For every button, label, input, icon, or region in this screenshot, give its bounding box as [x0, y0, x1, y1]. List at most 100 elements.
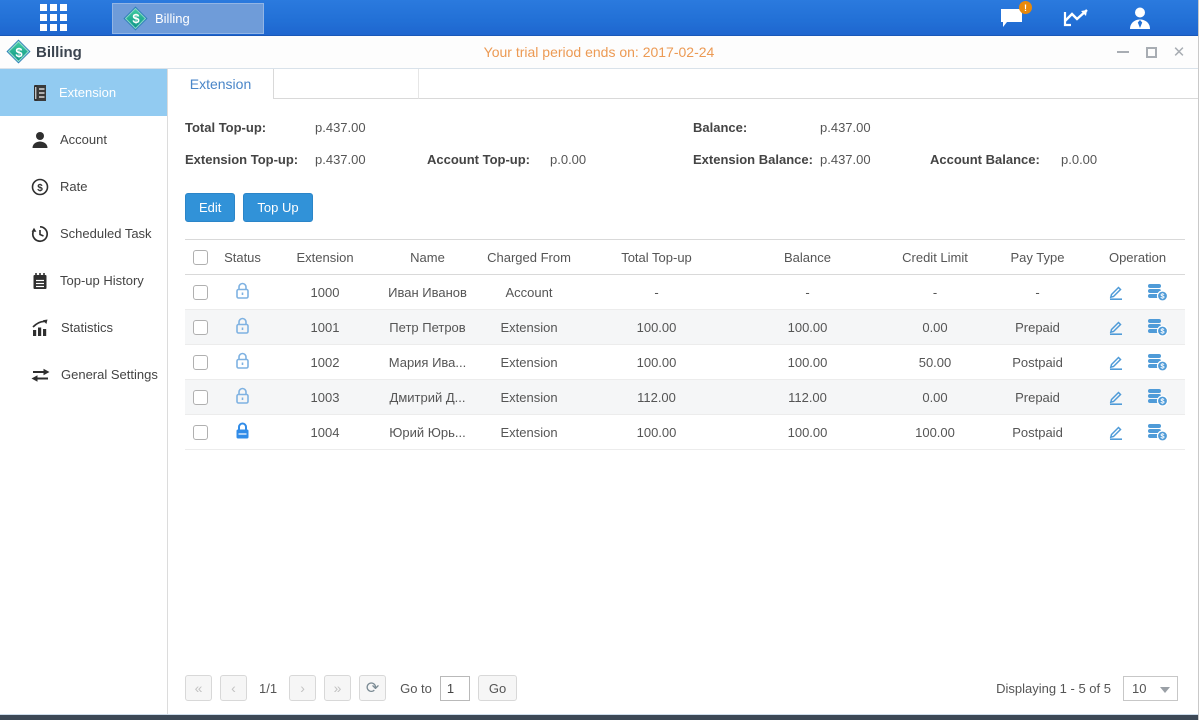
- extension-topup-value: p.437.00: [315, 152, 427, 167]
- balance-summary: Total Top-up: p.437.00 Balance: p.437.00…: [185, 120, 1184, 167]
- extension-table-body: 1000 Иван Иванов Account - - - - $: [185, 275, 1185, 450]
- edit-pencil-icon[interactable]: [1107, 283, 1125, 301]
- person-icon: [31, 131, 49, 149]
- edit-pencil-icon[interactable]: [1107, 318, 1125, 336]
- account-topup-value: p.0.00: [550, 152, 693, 167]
- topbar: $ Billing !: [0, 0, 1198, 36]
- col-pay-type: Pay Type: [985, 240, 1090, 275]
- balance-label: Balance:: [693, 120, 820, 135]
- col-charged-from: Charged From: [475, 240, 583, 275]
- page-size-select[interactable]: 10: [1123, 676, 1178, 701]
- sidebar: Extension Account $ Rate: [0, 69, 168, 714]
- trial-notice-text: Your trial period ends on: 2017-02-24: [0, 44, 1198, 60]
- window-titlebar: $ Billing Your trial period ends on: 201…: [0, 36, 1198, 69]
- next-page-button[interactable]: ›: [289, 675, 316, 701]
- tab-strip: Extension: [168, 69, 1198, 99]
- sidebar-item-general-settings[interactable]: General Settings: [0, 351, 167, 398]
- dollar-circle-icon: $: [31, 178, 49, 196]
- bar-chart-icon: [31, 319, 50, 337]
- pagination-bar: « ‹ 1/1 › » ⟳ Go to Go Displaying 1 - 5 …: [168, 670, 1198, 714]
- account-balance-label: Account Balance:: [930, 152, 1061, 167]
- col-credit-limit: Credit Limit: [885, 240, 985, 275]
- clock-icon: [31, 225, 49, 243]
- account-topup-label: Account Top-up:: [427, 152, 550, 167]
- billing-diamond-icon: $: [8, 41, 30, 63]
- minimize-button[interactable]: [1116, 45, 1130, 59]
- reports-chart-icon[interactable]: [1062, 5, 1090, 31]
- sidebar-item-label: Rate: [60, 179, 87, 194]
- row-checkbox[interactable]: [193, 285, 208, 300]
- table-header-row: Status Extension Name Charged From Total…: [185, 240, 1185, 275]
- table-row: 1000 Иван Иванов Account - - - - $: [185, 275, 1185, 310]
- topup-coins-icon[interactable]: $: [1147, 283, 1168, 302]
- goto-label: Go to: [400, 681, 432, 696]
- row-checkbox[interactable]: [193, 425, 208, 440]
- col-status: Status: [215, 240, 270, 275]
- sidebar-item-label: Statistics: [61, 320, 113, 335]
- window-bottom-edge: [0, 714, 1198, 720]
- col-total-topup: Total Top-up: [583, 240, 730, 275]
- select-all-checkbox[interactable]: [193, 250, 208, 265]
- col-name: Name: [380, 240, 475, 275]
- extension-balance-label: Extension Balance:: [693, 152, 820, 167]
- status-unlocked-icon[interactable]: [234, 351, 251, 370]
- status-unlocked-icon[interactable]: [234, 316, 251, 335]
- sidebar-item-label: Account: [60, 132, 107, 147]
- last-page-button[interactable]: »: [324, 675, 351, 701]
- refresh-icon[interactable]: ⟳: [359, 675, 386, 701]
- status-locked-icon[interactable]: [234, 421, 251, 440]
- billing-diamond-icon: $: [125, 8, 147, 30]
- table-row: 1003 Дмитрий Д... Extension 112.00 112.0…: [185, 380, 1185, 415]
- row-checkbox[interactable]: [193, 355, 208, 370]
- prev-page-button[interactable]: ‹: [220, 675, 247, 701]
- table-row: 1001 Петр Петров Extension 100.00 100.00…: [185, 310, 1185, 345]
- sidebar-item-scheduled-task[interactable]: Scheduled Task: [0, 210, 167, 257]
- edit-pencil-icon[interactable]: [1107, 388, 1125, 406]
- chevron-down-icon: [1160, 687, 1170, 693]
- first-page-button[interactable]: «: [185, 675, 212, 701]
- sidebar-item-account[interactable]: Account: [0, 116, 167, 163]
- goto-page-input[interactable]: [440, 676, 470, 701]
- sidebar-item-topup-history[interactable]: Top-up History: [0, 257, 167, 304]
- extension-table: Status Extension Name Charged From Total…: [185, 239, 1185, 450]
- row-checkbox[interactable]: [193, 320, 208, 335]
- messages-icon[interactable]: !: [998, 5, 1026, 31]
- main-panel: Extension Total Top-up: p.437.00 Balance…: [168, 69, 1198, 714]
- edit-pencil-icon[interactable]: [1107, 423, 1125, 441]
- sidebar-item-statistics[interactable]: Statistics: [0, 304, 167, 351]
- taskbar-tab-label: Billing: [155, 11, 190, 26]
- top-up-button[interactable]: Top Up: [243, 193, 312, 222]
- status-unlocked-icon[interactable]: [234, 281, 251, 300]
- swap-arrows-icon: [31, 366, 50, 384]
- sidebar-item-extension[interactable]: Extension: [0, 69, 167, 116]
- taskbar-tab-billing[interactable]: $ Billing: [112, 3, 264, 34]
- tab-extension[interactable]: Extension: [168, 69, 274, 99]
- status-unlocked-icon[interactable]: [234, 386, 251, 405]
- close-button[interactable]: ✕: [1172, 45, 1186, 59]
- topup-coins-icon[interactable]: $: [1147, 318, 1168, 337]
- go-button[interactable]: Go: [478, 675, 517, 701]
- page-indicator: 1/1: [259, 681, 277, 696]
- table-row: 1004 Юрий Юрь... Extension 100.00 100.00…: [185, 415, 1185, 450]
- topup-coins-icon[interactable]: $: [1147, 423, 1168, 442]
- sidebar-item-rate[interactable]: $ Rate: [0, 163, 167, 210]
- edit-button[interactable]: Edit: [185, 193, 235, 222]
- sidebar-item-label: Top-up History: [60, 273, 144, 288]
- user-account-icon[interactable]: [1126, 5, 1154, 31]
- col-extension: Extension: [270, 240, 380, 275]
- notebook-icon: [31, 272, 49, 290]
- app-launcher-grid-icon[interactable]: [38, 3, 68, 33]
- ledger-icon: [31, 84, 48, 102]
- displaying-text: Displaying 1 - 5 of 5: [996, 681, 1111, 696]
- sidebar-item-label: General Settings: [61, 367, 158, 382]
- col-balance: Balance: [730, 240, 885, 275]
- col-operation: Operation: [1090, 240, 1185, 275]
- maximize-button[interactable]: [1144, 45, 1158, 59]
- row-checkbox[interactable]: [193, 390, 208, 405]
- window-title: Billing: [36, 44, 82, 61]
- app-window: $ Billing !: [0, 0, 1199, 720]
- sidebar-item-label: Scheduled Task: [60, 226, 152, 241]
- topup-coins-icon[interactable]: $: [1147, 388, 1168, 407]
- topup-coins-icon[interactable]: $: [1147, 353, 1168, 372]
- edit-pencil-icon[interactable]: [1107, 353, 1125, 371]
